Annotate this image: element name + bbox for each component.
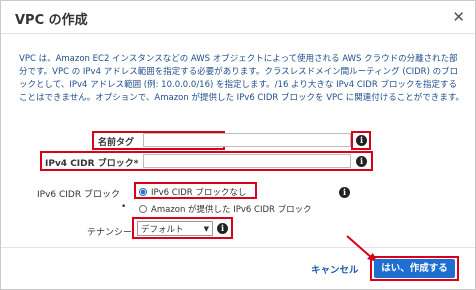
chevron-down-icon: ▼ bbox=[203, 224, 209, 233]
ipv6-option-amazon-label: Amazon が提供した IPv6 CIDR ブロック bbox=[151, 205, 312, 215]
info-icon[interactable]: i bbox=[339, 187, 350, 198]
tenancy-select-value: デフォルト bbox=[141, 224, 184, 235]
ipv6-option-none-label: IPv6 CIDR ブロックなし bbox=[151, 188, 247, 198]
radio-unselected[interactable] bbox=[139, 205, 147, 213]
info-icon[interactable]: i bbox=[217, 223, 228, 234]
name-tag-input[interactable] bbox=[143, 133, 351, 147]
dialog-title: VPC の作成 bbox=[15, 13, 88, 28]
tenancy-label: テナンシー bbox=[87, 228, 133, 238]
tenancy-select[interactable]: デフォルト ▼ bbox=[137, 221, 213, 236]
ipv6-option-amazon[interactable]: Amazon が提供した IPv6 CIDR ブロック bbox=[139, 203, 312, 215]
ipv6-cidr-label: IPv6 CIDR ブロック bbox=[37, 190, 120, 200]
bullet-dot: • bbox=[121, 202, 127, 212]
dialog-description: VPC は、Amazon EC2 インスタンスなどの AWS オブジェクトによっ… bbox=[19, 54, 464, 103]
dialog-titlebar: VPC の作成 ✕ bbox=[1, 1, 475, 34]
create-vpc-dialog: VPC の作成 ✕ VPC は、Amazon EC2 インスタンスなどの AWS… bbox=[0, 0, 476, 290]
close-icon[interactable]: ✕ bbox=[452, 8, 465, 26]
footer-divider bbox=[1, 247, 475, 248]
name-tag-label: 名前タグ bbox=[98, 138, 135, 148]
create-button[interactable]: はい、作成する bbox=[374, 259, 455, 278]
ipv6-option-none[interactable]: IPv6 CIDR ブロックなし bbox=[139, 186, 246, 198]
cancel-button[interactable]: キャンセル bbox=[311, 262, 359, 276]
radio-selected[interactable] bbox=[139, 188, 147, 196]
ipv4-cidr-input[interactable] bbox=[143, 154, 351, 168]
info-icon[interactable]: i bbox=[356, 156, 367, 167]
info-icon[interactable]: i bbox=[356, 135, 367, 146]
ipv4-cidr-label: IPv4 CIDR ブロック* bbox=[45, 159, 139, 169]
